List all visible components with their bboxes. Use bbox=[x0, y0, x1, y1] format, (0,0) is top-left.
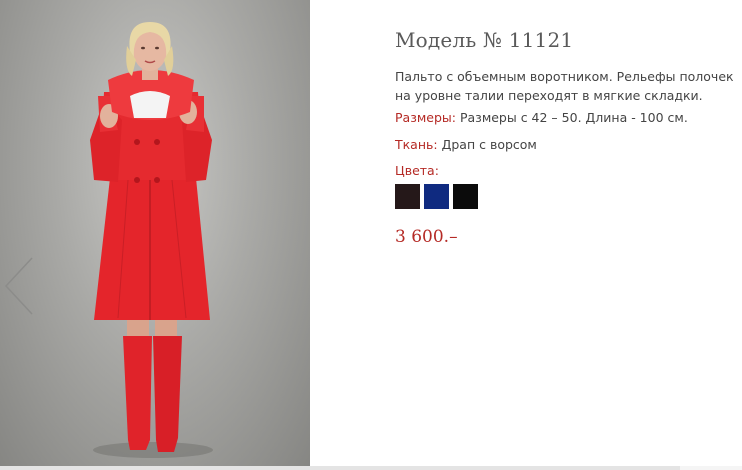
color-swatch-black[interactable] bbox=[453, 184, 478, 209]
color-swatches bbox=[395, 184, 735, 209]
fabric-value: Драп с ворсом bbox=[441, 137, 537, 152]
product-title: Модель № 11121 bbox=[395, 28, 574, 52]
color-swatch-navy[interactable] bbox=[424, 184, 449, 209]
fabric-label: Ткань: bbox=[395, 137, 438, 152]
sizes-label: Размеры: bbox=[395, 110, 456, 125]
gallery-prev-button[interactable] bbox=[2, 256, 36, 316]
product-info: Модель № 11121 Пальто с объемным воротни… bbox=[395, 28, 735, 247]
sizes-value: Размеры с 42 – 50. Длина - 100 см. bbox=[459, 110, 688, 125]
model-illustration bbox=[90, 22, 213, 458]
chevron-left-icon bbox=[4, 257, 33, 315]
product-description: Пальто с объемным воротником. Рельефы по… bbox=[395, 69, 734, 103]
product-photo bbox=[0, 0, 310, 466]
colors-label: Цвета: bbox=[395, 163, 439, 178]
sizes-row: Размеры: Размеры с 42 – 50. Длина - 100 … bbox=[395, 109, 735, 127]
product-price: 3 600.– bbox=[395, 227, 458, 247]
bottom-divider bbox=[0, 466, 742, 470]
fabric-row: Ткань: Драп с ворсом bbox=[395, 136, 735, 154]
color-swatch-dark-brown[interactable] bbox=[395, 184, 420, 209]
